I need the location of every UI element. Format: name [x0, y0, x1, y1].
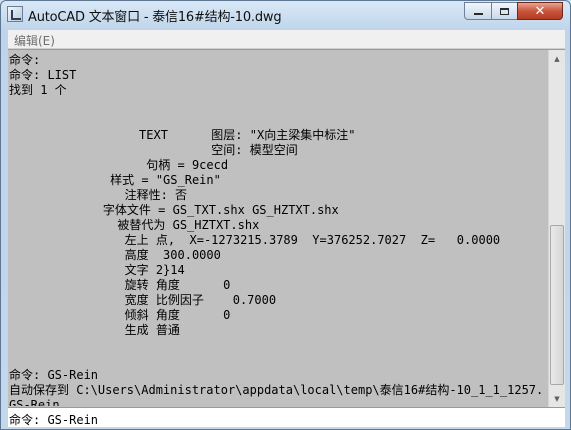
command-line-input[interactable]: 命令: GS-Rein: [8, 407, 565, 427]
history-text: 命令: 命令: LIST 找到 1 个 TEXT 图层: "X向主梁集中标注" …: [9, 53, 544, 406]
menu-edit[interactable]: 编辑(E): [14, 32, 55, 49]
scroll-down-icon[interactable]: ▼: [549, 390, 565, 407]
close-icon: ✕: [534, 3, 546, 19]
minimize-icon: [473, 13, 483, 15]
scroll-thumb[interactable]: [550, 225, 564, 385]
close-button[interactable]: ✕: [517, 2, 563, 20]
maximize-icon: [500, 7, 509, 15]
menu-bar: 编辑(E): [8, 30, 565, 49]
autocad-text-window: AutoCAD 文本窗口 - 泰信16#结构-10.dwg ✕ 编辑(E) 命令…: [0, 0, 571, 430]
command-line-text: 命令: GS-Rein: [9, 413, 99, 427]
maximize-button[interactable]: [491, 2, 518, 20]
window-title: AutoCAD 文本窗口 - 泰信16#结构-10.dwg: [28, 10, 282, 25]
minimize-button[interactable]: [464, 2, 492, 20]
title-bar[interactable]: AutoCAD 文本窗口 - 泰信16#结构-10.dwg ✕: [1, 1, 570, 29]
autocad-icon: [7, 6, 23, 22]
scroll-up-icon[interactable]: ▲: [549, 50, 565, 67]
vertical-scrollbar[interactable]: ▲ ▼: [548, 50, 565, 407]
command-history[interactable]: 命令: 命令: LIST 找到 1 个 TEXT 图层: "X向主梁集中标注" …: [8, 49, 565, 407]
